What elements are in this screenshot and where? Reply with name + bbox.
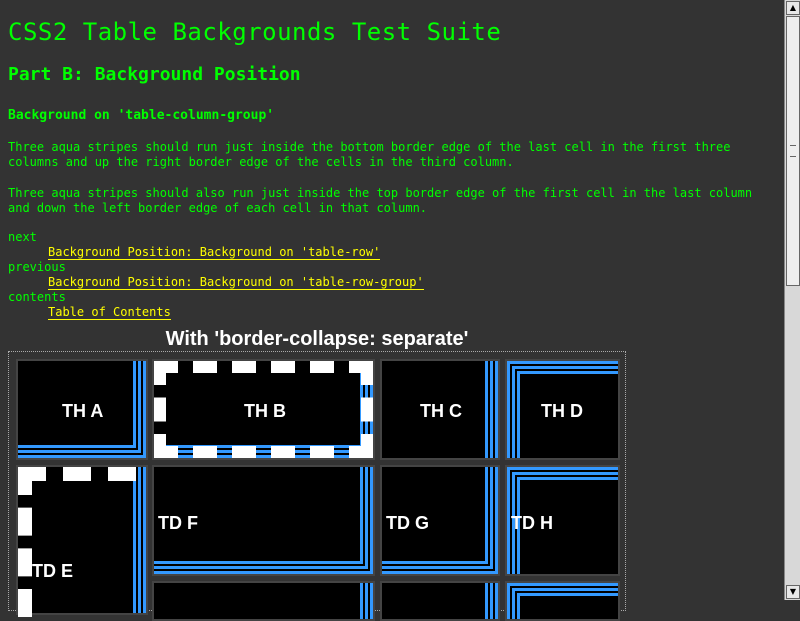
cell-th-b: TH B [152, 359, 375, 460]
previous-link[interactable]: Background Position: Background on 'tabl… [48, 275, 424, 290]
arrow-down-icon[interactable]: ▼ [786, 585, 800, 599]
cell-th-a: TH A [16, 359, 148, 460]
contents-link[interactable]: Table of Contents [48, 305, 171, 320]
cell-td-f: TD F [152, 465, 375, 576]
cell-row3-b [152, 581, 375, 621]
cell-td-g-label: TD G [386, 513, 429, 533]
description-1: Three aqua stripes should run just insid… [8, 140, 731, 169]
cell-td-g: TD G [380, 465, 500, 576]
cell-th-d-label: TH D [541, 401, 583, 421]
cell-row3-d [505, 581, 620, 621]
next-link[interactable]: Background Position: Background on 'tabl… [48, 245, 381, 260]
page-title: CSS2 Table Backgrounds Test Suite [8, 18, 502, 46]
cell-td-h-label: TD H [511, 513, 553, 533]
cell-th-c-label: TH C [420, 401, 462, 421]
cell-td-f-label: TD F [158, 513, 198, 533]
vertical-scrollbar[interactable]: ▲ ▼ [784, 0, 800, 600]
page-content: CSS2 Table Backgrounds Test Suite Part B… [8, 0, 778, 320]
table-caption: With 'border-collapse: separate' [165, 328, 469, 350]
description-2: Three aqua stripes should also run just … [8, 186, 753, 215]
checkered-border [18, 467, 136, 617]
cell-th-a-label: TH A [62, 401, 104, 421]
arrow-up-icon[interactable]: ▲ [786, 1, 800, 15]
scrollbar-thumb[interactable] [786, 16, 800, 286]
test-table: TH A TH B TH C TH D TD E TD F TD G TD H [8, 351, 626, 621]
cell-td-e: TD E [16, 465, 148, 617]
section-title: Part B: Background Position [8, 64, 301, 85]
cell-th-c: TH C [380, 359, 500, 460]
cell-row3-c [380, 581, 500, 621]
navigation-list: next Background Position: Background on … [8, 230, 778, 320]
cell-th-d: TH D [505, 359, 620, 460]
previous-label: previous [8, 260, 66, 274]
cell-td-h: TD H [505, 465, 620, 576]
cell-td-e-label: TD E [32, 561, 74, 581]
cell-th-b-label: TH B [244, 401, 286, 421]
next-label: next [8, 230, 37, 244]
test-subtitle: Background on 'table-column-group' [8, 108, 275, 123]
grip-icon [790, 145, 796, 157]
contents-label: contents [8, 290, 66, 304]
